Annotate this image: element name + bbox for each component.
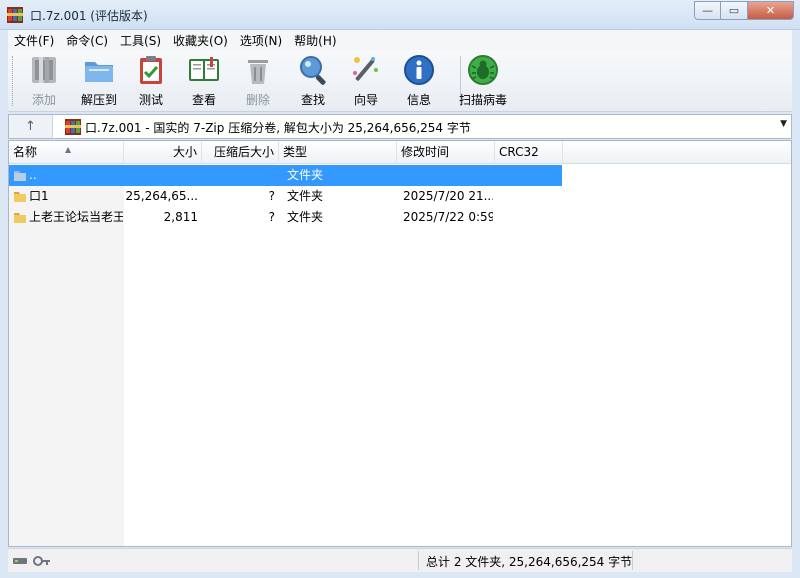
file-list: 名称 ▲ 大小 压缩后大小 类型 修改时间 CRC32 .. 文件夹 口1 25… <box>8 140 792 547</box>
folder-icon <box>14 213 26 223</box>
winrar-app-icon[interactable] <box>7 7 23 23</box>
column-header-packed[interactable]: 压缩后大小 <box>202 141 279 164</box>
row-crc <box>499 207 559 228</box>
info-icon <box>404 55 434 85</box>
address-bar: ↑ 口.7z.001 - 国实的 7-Zip 压缩分卷, 解包大小为 25,26… <box>8 114 792 139</box>
test-button[interactable]: 测试 <box>134 53 168 109</box>
wizard-label: 向导 <box>353 93 378 107</box>
menu-tools[interactable]: 工具(S) <box>114 32 167 49</box>
test-label: 测试 <box>138 93 163 107</box>
table-row[interactable]: .. 文件夹 <box>9 165 562 186</box>
row-size <box>124 165 198 186</box>
view-book-icon <box>189 57 219 81</box>
column-header-name-label: 名称 <box>13 145 38 159</box>
folder-icon <box>14 192 26 202</box>
column-header-row: 名称 ▲ 大小 压缩后大小 类型 修改时间 CRC32 <box>9 141 791 164</box>
up-folder-button[interactable]: ↑ <box>9 115 53 138</box>
sort-ascending-icon: ▲ <box>65 145 72 154</box>
wizard-button[interactable]: 向导 <box>348 53 384 109</box>
status-divider <box>418 551 419 570</box>
trash-icon <box>248 60 268 84</box>
delete-label: 删除 <box>245 93 270 107</box>
row-type: 文件夹 <box>287 168 324 182</box>
info-button[interactable]: 信息 <box>402 53 436 109</box>
menu-bar: 文件(F) 命令(C) 工具(S) 收藏夹(O) 选项(N) 帮助(H) <box>8 30 792 50</box>
address-path[interactable]: 口.7z.001 - 国实的 7-Zip 压缩分卷, 解包大小为 25,264,… <box>85 119 471 136</box>
column-header-modified[interactable]: 修改时间 <box>397 141 495 164</box>
chevron-down-icon[interactable]: ▼ <box>780 119 787 129</box>
virus-scan-icon <box>468 55 498 85</box>
row-modified: 2025/7/22 0:59 <box>403 210 493 224</box>
menu-help[interactable]: 帮助(H) <box>288 32 342 49</box>
window-title: 口.7z.001 (评估版本) <box>30 9 148 23</box>
row-modified <box>403 165 493 186</box>
test-clipboard-icon <box>140 56 162 84</box>
virus-scan-label: 扫描病毒 <box>458 93 507 107</box>
info-label: 信息 <box>406 93 431 107</box>
row-crc <box>499 186 559 207</box>
table-row[interactable]: 口1 25,264,65... ? 文件夹 2025/7/20 21... <box>9 186 562 207</box>
column-header-name[interactable]: 名称 ▲ <box>9 141 124 164</box>
row-size: 2,811 <box>163 210 198 224</box>
wizard-wand-icon <box>353 57 378 81</box>
row-packed: ? <box>268 210 275 224</box>
minimize-button[interactable]: — <box>694 1 721 20</box>
column-header-type[interactable]: 类型 <box>279 141 397 164</box>
table-row[interactable]: 上老王论坛当老王 2,811 ? 文件夹 2025/7/22 0:59 <box>9 207 562 228</box>
find-button[interactable]: 查找 <box>296 53 330 109</box>
window-controls: — ▭ ✕ <box>694 1 794 21</box>
toolbar-grip <box>12 56 15 106</box>
menu-options[interactable]: 选项(N) <box>234 32 288 49</box>
toolbar: 添加 解压到 测试 查看 删除 查找 向导 信息 扫描病毒 <box>8 50 792 112</box>
view-button[interactable]: 查看 <box>184 53 224 109</box>
extract-to-label: 解压到 <box>80 93 117 107</box>
magnifier-icon <box>300 56 326 85</box>
column-header-size[interactable]: 大小 <box>124 141 202 164</box>
title-bar: 口.7z.001 (评估版本) — ▭ ✕ <box>0 0 800 30</box>
maximize-button[interactable]: ▭ <box>721 1 748 20</box>
menu-file[interactable]: 文件(F) <box>8 32 60 49</box>
row-name: 口1 <box>29 189 49 203</box>
close-button[interactable]: ✕ <box>748 1 794 20</box>
archive-file-icon <box>65 119 81 135</box>
row-packed <box>202 165 275 186</box>
row-packed: ? <box>268 189 275 203</box>
menu-favorites[interactable]: 收藏夹(O) <box>167 32 234 49</box>
parent-folder-icon <box>14 171 26 181</box>
row-name: 上老王论坛当老王 <box>29 210 123 224</box>
row-size: 25,264,65... <box>125 189 198 203</box>
status-summary: 总计 2 文件夹, 25,264,656,254 字节 <box>426 555 633 569</box>
row-name: .. <box>29 168 37 182</box>
view-label: 查看 <box>191 93 216 107</box>
archive-add-icon <box>32 57 56 83</box>
find-label: 查找 <box>300 93 325 107</box>
row-type: 文件夹 <box>287 210 324 224</box>
drive-key-icon[interactable] <box>12 553 52 569</box>
row-crc <box>499 165 559 186</box>
status-bar: 总计 2 文件夹, 25,264,656,254 字节 <box>8 548 792 572</box>
row-type: 文件夹 <box>287 189 324 203</box>
delete-button[interactable]: 删除 <box>240 53 276 109</box>
extract-to-button[interactable]: 解压到 <box>78 53 120 109</box>
row-modified: 2025/7/20 21... <box>403 189 493 203</box>
add-button[interactable]: 添加 <box>24 53 64 109</box>
extract-folder-icon <box>85 62 113 82</box>
virus-scan-button[interactable]: 扫描病毒 <box>458 53 508 109</box>
status-divider <box>632 551 633 570</box>
menu-commands[interactable]: 命令(C) <box>60 32 114 49</box>
add-label: 添加 <box>31 93 56 107</box>
column-header-crc[interactable]: CRC32 <box>495 141 563 164</box>
